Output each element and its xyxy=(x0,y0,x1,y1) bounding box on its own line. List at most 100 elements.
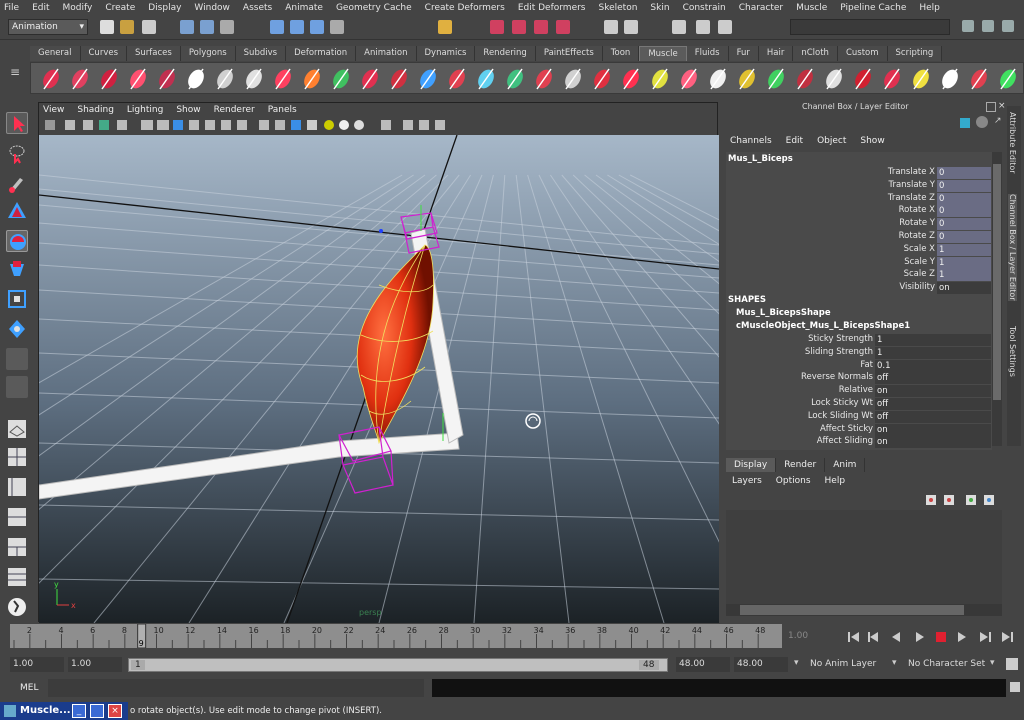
muscle-shelf-icon[interactable] xyxy=(40,67,62,91)
perspective-viewport[interactable]: View Shading Lighting Show Renderer Panels xyxy=(0,102,1024,624)
muscle-shelf-icon[interactable] xyxy=(272,67,294,91)
muscle-shelf-icon[interactable] xyxy=(417,67,439,91)
scene-canvas[interactable]: y x persp xyxy=(0,134,1024,624)
shelf-tab-dynamics[interactable]: Dynamics xyxy=(416,46,476,61)
go-to-end-icon[interactable] xyxy=(1002,632,1013,642)
wireframe-icon[interactable] xyxy=(259,120,269,130)
render-layout-icon[interactable] xyxy=(6,566,28,588)
panel-layout-icon[interactable] xyxy=(962,20,974,32)
side-tab-channel-box-layer-editor[interactable]: Channel Box / Layer Editor xyxy=(1008,194,1017,301)
muscle-shelf-icon[interactable] xyxy=(533,67,555,91)
menu-edit-deformers[interactable]: Edit Deformers xyxy=(518,3,586,13)
muscle-shelf-icon[interactable] xyxy=(127,67,149,91)
muscle-shelf-icon[interactable] xyxy=(823,67,845,91)
menu-muscle[interactable]: Muscle xyxy=(796,3,827,13)
menu-skeleton[interactable]: Skeleton xyxy=(599,3,638,13)
xray-icon[interactable] xyxy=(381,120,391,130)
step-forward-icon[interactable] xyxy=(958,632,966,642)
hud-icon[interactable] xyxy=(435,120,445,130)
viewport-menu-panels[interactable]: Panels xyxy=(268,105,297,115)
safe-action-icon[interactable] xyxy=(205,120,215,130)
channel-value[interactable]: 1 xyxy=(937,269,991,282)
channel-row[interactable]: Rotate Y0 xyxy=(726,218,992,231)
layer-menu-options[interactable]: Options xyxy=(776,476,811,486)
maximize-icon[interactable] xyxy=(986,102,996,112)
muscle-shelf-icon[interactable] xyxy=(736,67,758,91)
menu-assets[interactable]: Assets xyxy=(243,3,272,13)
four-pane-layout-icon[interactable] xyxy=(6,446,28,468)
move-tool-icon[interactable] xyxy=(6,200,28,222)
muscle-shelf-icon[interactable] xyxy=(794,67,816,91)
shelf-tab-subdivs[interactable]: Subdivs xyxy=(235,46,287,61)
default-light-icon[interactable] xyxy=(324,120,334,130)
shadows-icon[interactable] xyxy=(354,120,364,130)
muscle-shelf-icon[interactable] xyxy=(997,67,1019,91)
channel-menu-show[interactable]: Show xyxy=(860,136,884,146)
lock-icon[interactable] xyxy=(438,20,452,34)
camera-attributes-icon[interactable] xyxy=(65,120,75,130)
menu-edit[interactable]: Edit xyxy=(32,3,49,13)
shape-channel-row[interactable]: Sliding Strength 1 xyxy=(726,346,992,359)
panel-layout3-icon[interactable] xyxy=(1002,20,1014,32)
channel-value[interactable]: 1 xyxy=(875,346,991,359)
shape-channel-row[interactable]: Relative on xyxy=(726,385,992,398)
channel-value[interactable]: on xyxy=(937,282,991,295)
scene-3d[interactable]: y x persp xyxy=(0,134,1024,624)
taskbar-window[interactable]: Muscle... _ × xyxy=(0,702,128,720)
shelf-tab-scripting[interactable]: Scripting xyxy=(887,46,943,61)
universal-manip-icon[interactable] xyxy=(6,288,28,310)
select-tool-icon[interactable] xyxy=(6,112,28,134)
new-scene-icon[interactable] xyxy=(100,20,114,34)
input-line-icon[interactable] xyxy=(604,20,618,34)
shelf-tab-custom[interactable]: Custom xyxy=(837,46,888,61)
shape-channel-row[interactable]: Lock Sliding Wt off xyxy=(726,410,992,423)
textured-icon[interactable] xyxy=(307,120,317,130)
muscle-shelf-icon[interactable] xyxy=(852,67,874,91)
muscle-shelf-icon[interactable] xyxy=(678,67,700,91)
shape-channel-row[interactable]: Affect Sliding on xyxy=(726,436,992,449)
shape-channel-row[interactable]: Fat 0.1 xyxy=(726,359,992,372)
select-hierarchy-icon[interactable] xyxy=(180,20,194,34)
graph-layout-icon[interactable] xyxy=(6,506,28,528)
soft-mod-icon[interactable] xyxy=(6,318,28,340)
channel-row[interactable]: Rotate Z0 xyxy=(726,231,992,243)
shelf-tab-polygons[interactable]: Polygons xyxy=(180,46,236,61)
channel-value[interactable]: 0 xyxy=(937,179,991,192)
menu-geometry-cache[interactable]: Geometry Cache xyxy=(336,3,412,13)
menu-create[interactable]: Create xyxy=(105,3,135,13)
toggle-icon[interactable]: ↗ xyxy=(994,116,1006,128)
channel-row[interactable]: Translate Z0 xyxy=(726,192,992,205)
layer-tab-anim[interactable]: Anim xyxy=(825,458,866,472)
muscle-shelf-icon[interactable] xyxy=(475,67,497,91)
channel-value[interactable]: 1 xyxy=(937,243,991,256)
menu-skin[interactable]: Skin xyxy=(650,3,669,13)
close-window-button[interactable]: × xyxy=(108,704,122,718)
save-scene-icon[interactable] xyxy=(142,20,156,34)
shelf-tab-curves[interactable]: Curves xyxy=(80,46,128,61)
minimize-button[interactable]: _ xyxy=(72,704,86,718)
channel-value[interactable]: off xyxy=(875,410,991,423)
channel-row[interactable]: Scale X1 xyxy=(726,243,992,256)
shape-channel-row[interactable]: Affect Sticky on xyxy=(726,423,992,436)
channel-row[interactable]: Translate X0 xyxy=(726,167,992,179)
channel-menu-object[interactable]: Object xyxy=(817,136,846,146)
shelf-tab-ncloth[interactable]: nCloth xyxy=(793,46,838,61)
menu-create-deformers[interactable]: Create Deformers xyxy=(425,3,505,13)
shape-channel-row[interactable]: Sticky Strength 1 xyxy=(726,334,992,346)
start-time-field[interactable]: 1.00 xyxy=(10,657,64,672)
channel-scrollbar[interactable] xyxy=(992,152,1002,446)
gate-mask-icon[interactable] xyxy=(173,120,183,130)
menu-constrain[interactable]: Constrain xyxy=(683,3,726,13)
playback-end-field[interactable]: 48.00 xyxy=(676,657,730,672)
isolate-icon[interactable] xyxy=(237,120,247,130)
hypershade-layout-icon[interactable] xyxy=(6,536,28,558)
outliner-layout-icon[interactable] xyxy=(6,476,28,498)
range-slider[interactable]: 1 48 xyxy=(128,658,668,672)
menu-modify[interactable]: Modify xyxy=(63,3,93,13)
muscle-shelf-icon[interactable] xyxy=(359,67,381,91)
channel-value[interactable]: on xyxy=(875,385,991,398)
last-tool-icon[interactable] xyxy=(6,376,28,398)
bookmark-icon[interactable] xyxy=(83,120,93,130)
shelf-tab-toon[interactable]: Toon xyxy=(602,46,640,61)
channel-row[interactable]: Scale Y1 xyxy=(726,256,992,269)
